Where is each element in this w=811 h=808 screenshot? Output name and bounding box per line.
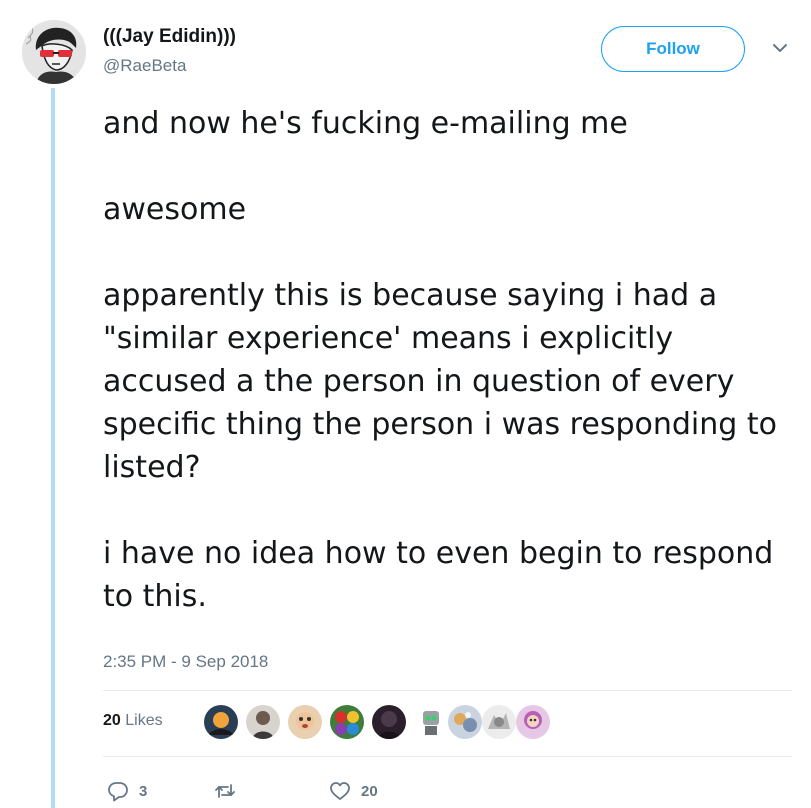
tweet-paragraph: awesome (103, 192, 247, 227)
author-avatar[interactable] (22, 20, 86, 84)
liker-avatar[interactable] (246, 705, 280, 739)
tweet-timestamp[interactable]: 2:35 PM - 9 Sep 2018 (103, 652, 268, 672)
liker-avatar[interactable] (372, 705, 406, 739)
liker-avatar[interactable] (448, 705, 482, 739)
liker-avatar[interactable] (204, 705, 238, 739)
thread-connector-line (51, 88, 55, 808)
like-count: 20 (361, 782, 378, 800)
divider (103, 690, 792, 691)
liker-avatar[interactable] (516, 705, 550, 739)
divider (103, 756, 792, 757)
chevron-down-icon[interactable] (768, 38, 792, 58)
tweet-paragraph: i have no idea how to even begin to resp… (103, 536, 774, 614)
tweet-paragraph: and now he's fucking e-mailing me (103, 106, 628, 141)
liker-avatar[interactable] (288, 705, 322, 739)
heart-icon (330, 782, 350, 800)
tweet-paragraph: apparently this is because saying i had … (103, 278, 777, 485)
retweet-button[interactable] (214, 780, 246, 802)
liker-avatar[interactable] (482, 705, 516, 739)
author-display-name[interactable]: (((Jay Edidin))) (103, 26, 236, 48)
reply-icon (108, 782, 128, 802)
liker-avatar[interactable] (330, 705, 364, 739)
retweet-icon (215, 784, 235, 798)
liker-avatar[interactable] (414, 705, 448, 739)
likes-label: Likes (125, 712, 163, 729)
author-handle[interactable]: @RaeBeta (103, 56, 186, 76)
reply-button[interactable]: 3 (107, 780, 147, 802)
likes-count: 20 (103, 712, 121, 729)
reply-count: 3 (139, 782, 148, 800)
follow-button[interactable]: Follow (601, 26, 745, 72)
tweet-text: and now he's fucking e-mailing me awesom… (103, 102, 793, 618)
likes-summary[interactable]: 20 Likes (103, 712, 163, 730)
like-button[interactable]: 20 (329, 780, 378, 802)
avatar-illustration (22, 20, 86, 84)
